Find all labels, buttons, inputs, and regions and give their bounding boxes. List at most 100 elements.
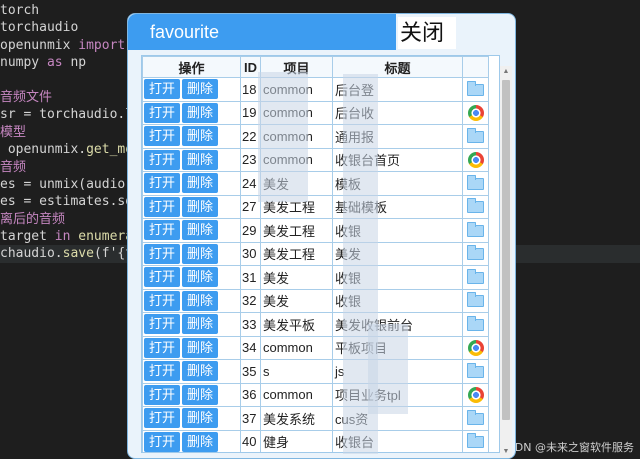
row-icon-cell[interactable] [462,100,489,125]
favourites-table-container: 操作 ID 项目 标题 打开删除18common后台登打开删除19common后… [141,55,500,453]
row-project: 美发 [260,288,333,313]
privacy-blur [258,72,308,202]
row-project: 美发工程 [260,241,333,266]
column-header-actions: 操作 [142,56,241,78]
folder-icon[interactable] [467,433,484,449]
delete-button[interactable]: 删除 [182,126,219,147]
table-row: 打开删除27美发工程基础模板 [142,194,489,219]
scroll-up-arrow-icon[interactable]: ▲ [500,66,512,78]
row-actions: 打开 删除 [142,171,241,196]
code-token: 音频 [0,159,27,175]
delete-button[interactable]: 删除 [182,102,219,123]
row-icon-cell[interactable] [462,382,489,407]
row-id: 36 [240,382,261,407]
folder-icon[interactable] [467,268,484,284]
chrome-icon[interactable] [467,386,484,403]
row-actions: 打开 删除 [142,218,241,243]
open-button[interactable]: 打开 [144,149,181,170]
row-icon-cell[interactable] [462,335,489,360]
folder-icon[interactable] [467,174,484,190]
delete-button[interactable]: 删除 [182,337,219,358]
folder-icon[interactable] [467,80,484,96]
table-row: 打开删除36common项目业务tpl [142,382,489,407]
folder-icon[interactable] [467,245,484,261]
delete-button[interactable]: 删除 [182,220,219,241]
delete-button[interactable]: 删除 [182,149,219,170]
open-button[interactable]: 打开 [144,79,181,100]
table-row: 打开删除29美发工程收银 [142,218,489,243]
open-button[interactable]: 打开 [144,290,181,311]
delete-button[interactable]: 删除 [182,361,219,382]
delete-button[interactable]: 删除 [182,79,219,100]
open-button[interactable]: 打开 [144,196,181,217]
open-button[interactable]: 打开 [144,267,181,288]
row-icon-cell[interactable] [462,359,489,384]
open-button[interactable]: 打开 [144,337,181,358]
open-button[interactable]: 打开 [144,408,181,429]
row-icon-cell[interactable] [462,312,489,337]
row-icon-cell[interactable] [462,124,489,149]
folder-icon[interactable] [467,409,484,425]
row-actions: 打开 删除 [142,312,241,337]
favourite-dialog: favourite 关闭 操作 ID 项目 标题 打开删除18common后台登… [127,13,516,459]
row-icon-cell[interactable] [462,194,489,219]
row-icon-cell[interactable] [462,147,489,172]
row-icon-cell[interactable] [462,77,489,102]
open-button[interactable]: 打开 [144,314,181,335]
delete-button[interactable]: 删除 [182,173,219,194]
open-button[interactable]: 打开 [144,102,181,123]
code-token: torch [0,3,40,18]
table-row: 打开删除40健身收银台 [142,429,489,452]
folder-icon[interactable] [467,315,484,331]
table-row: 打开删除32美发收银 [142,288,489,313]
code-token: 音频文件 [0,89,53,105]
code-token: 模型 [0,124,27,140]
row-actions: 打开 删除 [142,77,241,102]
chrome-icon[interactable] [467,151,484,168]
row-icon-cell[interactable] [462,171,489,196]
folder-icon[interactable] [467,292,484,308]
delete-button[interactable]: 删除 [182,196,219,217]
open-button[interactable]: 打开 [144,126,181,147]
row-project: s [260,359,333,384]
scroll-thumb[interactable] [502,80,510,420]
row-id: 37 [240,406,261,431]
folder-icon[interactable] [467,127,484,143]
row-icon-cell[interactable] [462,241,489,266]
delete-button[interactable]: 删除 [182,431,219,452]
dialog-title: favourite [128,14,396,50]
folder-icon[interactable] [467,198,484,214]
row-id: 33 [240,312,261,337]
folder-icon[interactable] [467,362,484,378]
close-button[interactable]: 关闭 [398,17,456,49]
chrome-icon[interactable] [467,339,484,356]
scroll-down-arrow-icon[interactable]: ▼ [500,446,512,458]
delete-button[interactable]: 删除 [182,243,219,264]
row-icon-cell[interactable] [462,406,489,431]
delete-button[interactable]: 删除 [182,290,219,311]
column-header-icon [462,56,489,78]
row-project: common [260,335,333,360]
delete-button[interactable]: 删除 [182,267,219,288]
row-icon-cell[interactable] [462,429,489,452]
row-icon-cell[interactable] [462,288,489,313]
open-button[interactable]: 打开 [144,431,181,452]
table-row: 打开删除24美发模板 [142,171,489,196]
open-button[interactable]: 打开 [144,173,181,194]
row-id: 29 [240,218,261,243]
vertical-scrollbar[interactable]: ▲ ▼ [500,66,512,458]
chrome-icon[interactable] [467,104,484,121]
code-token: 离后的音频 [0,211,66,227]
delete-button[interactable]: 删除 [182,384,219,405]
delete-button[interactable]: 删除 [182,408,219,429]
folder-icon[interactable] [467,221,484,237]
open-button[interactable]: 打开 [144,384,181,405]
row-icon-cell[interactable] [462,265,489,290]
open-button[interactable]: 打开 [144,220,181,241]
open-button[interactable]: 打开 [144,243,181,264]
open-button[interactable]: 打开 [144,361,181,382]
delete-button[interactable]: 删除 [182,314,219,335]
row-id: 35 [240,359,261,384]
row-icon-cell[interactable] [462,218,489,243]
row-project: 美发 [260,265,333,290]
